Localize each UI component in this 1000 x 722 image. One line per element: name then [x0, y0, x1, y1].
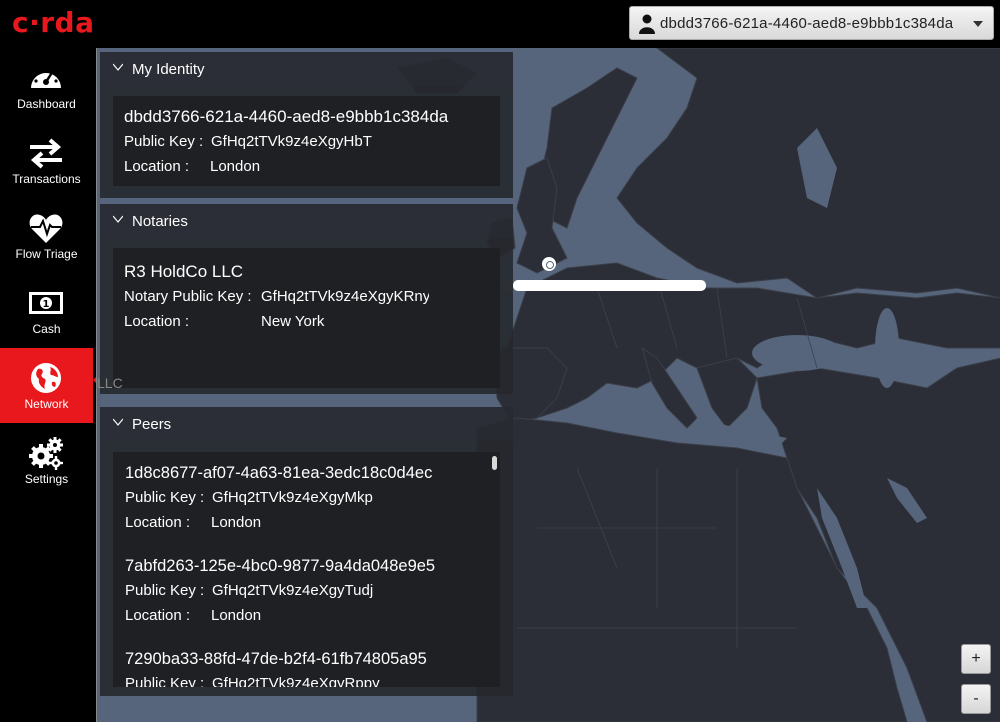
- zoom-in-button[interactable]: +: [961, 644, 991, 674]
- chevron-down-icon[interactable]: [973, 21, 983, 27]
- chevron-down-icon: [113, 215, 123, 223]
- public-key-value: GfHq2tTVk9z4eXgyRppy: [212, 675, 380, 687]
- sidebar-item-label: Network: [24, 397, 69, 411]
- dragged-text-ghost: LLC: [97, 375, 123, 391]
- corda-logo: c·rda: [12, 6, 95, 39]
- sidebar-item-label: Settings: [24, 472, 69, 486]
- top-bar: c·rda dbdd3766-621a-4460-aed8-e9bbb1c384…: [0, 0, 1000, 48]
- chevron-down-icon: [113, 63, 123, 71]
- sidebar-item-label: Dashboard: [17, 97, 76, 111]
- public-key-value: GfHq2tTVk9z4eXgyTudj: [212, 582, 374, 599]
- peer-id: 7abfd263-125e-4bc0-9877-9a4da048e9e5: [125, 557, 436, 575]
- sidebar-item-dashboard[interactable]: Dashboard: [0, 48, 93, 123]
- public-key-label: Public Key :: [125, 582, 205, 599]
- public-key-value: GfHq2tTVk9z4eXgyHbT: [211, 133, 372, 150]
- user-icon: [639, 14, 655, 34]
- location-value: London: [211, 607, 262, 624]
- panel-title: Notaries: [132, 213, 188, 230]
- notaries-header[interactable]: Notaries: [100, 204, 513, 238]
- public-key-label: Public Key :: [125, 675, 205, 687]
- dragged-label: [513, 280, 706, 291]
- public-key-label: Public Key :: [125, 489, 205, 506]
- location-marker-london[interactable]: [542, 257, 556, 271]
- sidebar-item-flow-triage[interactable]: Flow Triage: [0, 198, 93, 273]
- gear-icon: [29, 437, 63, 470]
- peer-id: 7290ba33-88fd-47de-b2f4-61fb74805a95: [125, 650, 427, 668]
- my-identity-body: dbdd3766-621a-4460-aed8-e9bbb1c384da Pub…: [100, 86, 513, 198]
- peer-id: 1d8c8677-af07-4a63-81ea-3edc18c0d4ec: [125, 464, 433, 482]
- identity-name: dbdd3766-621a-4460-aed8-e9bbb1c384da: [124, 107, 449, 126]
- public-key-label: Public Key :: [124, 133, 204, 150]
- network-panels: My Identity dbdd3766-621a-4460-aed8-e9bb…: [100, 52, 513, 696]
- sidebar-item-transactions[interactable]: Transactions: [0, 123, 93, 198]
- peers-header[interactable]: Peers: [100, 407, 513, 441]
- identity-selector-value: dbdd3766-621a-4460-aed8-e9bbb1c384da: [660, 15, 954, 32]
- sidebar-item-label: Cash: [32, 322, 61, 336]
- notaries-body: R3 HoldCo LLC Notary Public Key : GfHq2t…: [100, 238, 513, 394]
- peers-scrollbar-thumb[interactable]: [492, 456, 497, 470]
- panel-title: My Identity: [132, 61, 205, 78]
- dashboard-icon: [31, 68, 61, 88]
- notary-card[interactable]: R3 HoldCo LLC Notary Public Key : GfHq2t…: [113, 248, 500, 388]
- sidebar-item-network[interactable]: Network: [0, 348, 93, 423]
- identity-selector[interactable]: dbdd3766-621a-4460-aed8-e9bbb1c384da: [629, 6, 994, 40]
- public-key-value: GfHq2tTVk9z4eXgyMkp: [212, 489, 373, 506]
- peers-scrollbar[interactable]: [490, 452, 500, 687]
- my-identity-card[interactable]: dbdd3766-621a-4460-aed8-e9bbb1c384da Pub…: [113, 96, 500, 186]
- cash-icon: 1: [29, 292, 63, 314]
- location-value: London: [210, 158, 261, 175]
- chevron-down-icon: [113, 418, 123, 426]
- sidebar: Dashboard Transactions Flow Triage 1 Cas…: [0, 48, 96, 722]
- sidebar-item-cash[interactable]: 1 Cash: [0, 273, 93, 348]
- notary-name: R3 HoldCo LLC: [124, 262, 244, 281]
- location-label: Location :: [124, 158, 190, 175]
- location-value: London: [211, 514, 262, 531]
- sidebar-item-settings[interactable]: Settings: [0, 423, 93, 498]
- my-identity-header[interactable]: My Identity: [100, 52, 513, 86]
- transactions-icon: [30, 138, 62, 169]
- location-label: Location :: [125, 607, 191, 624]
- location-label: Location :: [125, 514, 191, 531]
- heartbeat-icon: [29, 214, 63, 243]
- location-label: Location :: [124, 313, 190, 330]
- zoom-out-button[interactable]: -: [961, 684, 991, 714]
- globe-icon: [31, 363, 61, 393]
- sidebar-item-label: Flow Triage: [15, 247, 78, 261]
- panel-title: Peers: [132, 416, 172, 433]
- notary-public-key-label: Notary Public Key :: [124, 288, 252, 305]
- peers-list[interactable]: 1d8c8677-af07-4a63-81ea-3edc18c0d4ec Pub…: [113, 452, 490, 687]
- sidebar-item-label: Transactions: [12, 172, 81, 186]
- notary-public-key-value: GfHq2tTVk9z4eXgyKRny: [261, 288, 429, 305]
- location-value: New York: [261, 313, 325, 330]
- svg-text:1: 1: [43, 299, 50, 310]
